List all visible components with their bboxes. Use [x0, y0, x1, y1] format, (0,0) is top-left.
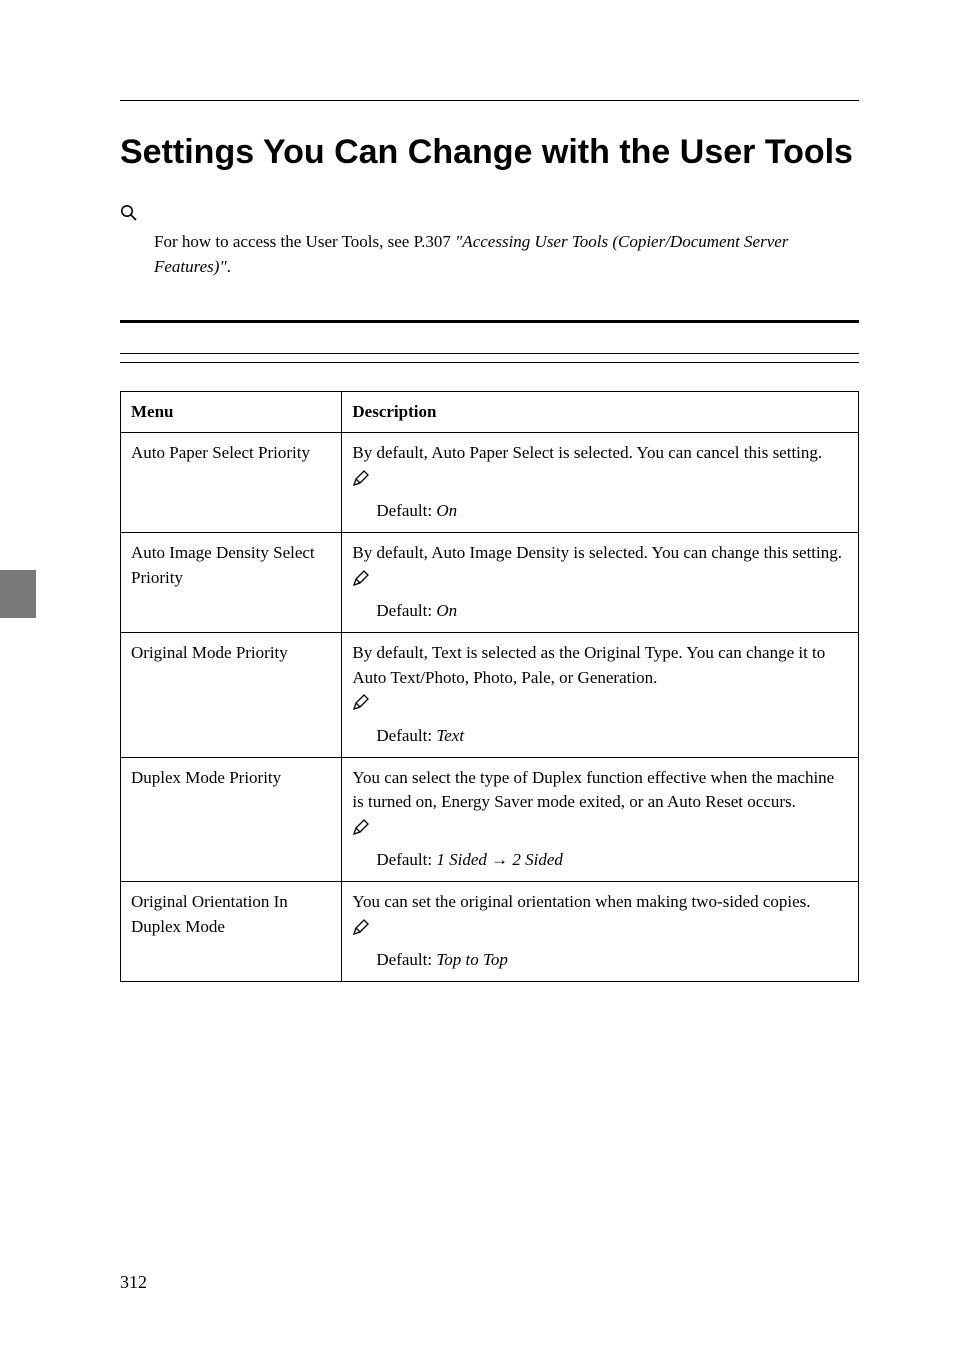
settings-table: Menu Description Auto Paper Select Prior… [120, 391, 859, 983]
default-value: On [436, 501, 457, 520]
table-row: Auto Paper Select Priority By default, A… [121, 433, 859, 533]
desc-cell: You can select the type of Duplex functi… [342, 757, 859, 882]
pencil-icon [352, 694, 370, 720]
menu-cell: Auto Paper Select Priority [121, 433, 342, 533]
menu-cell: Auto Image Density Select Priority [121, 533, 342, 633]
desc-text: By default, Text is selected as the Orig… [352, 641, 848, 690]
desc-cell: By default, Auto Paper Select is selecte… [342, 433, 859, 533]
default-prefix: Default: [376, 726, 436, 745]
ref-tail: . [227, 257, 231, 276]
default-line: Default: On [352, 499, 848, 524]
side-tab [0, 570, 36, 618]
default-value: 1 Sided → 2 Sided [436, 850, 563, 869]
table-header-menu: Menu [121, 391, 342, 433]
default-prefix: Default: [376, 850, 436, 869]
default-prefix: Default: [376, 601, 436, 620]
default-value: Top to Top [436, 950, 508, 969]
reference-text: For how to access the User Tools, see P.… [120, 229, 859, 280]
default-value: Text [436, 726, 464, 745]
pencil-icon [352, 570, 370, 596]
default-line: Default: On [352, 599, 848, 624]
desc-text: By default, Auto Paper Select is selecte… [352, 441, 848, 466]
pencil-icon [352, 470, 370, 496]
pencil-icon [352, 919, 370, 945]
default-line: Default: 1 Sided → 2 Sided [352, 848, 848, 873]
medium-rule [120, 353, 859, 354]
page-number: 312 [120, 1272, 147, 1293]
menu-cell: Original Mode Priority [121, 632, 342, 757]
table-header-description: Description [342, 391, 859, 433]
table-row: Duplex Mode Priority You can select the … [121, 757, 859, 882]
thick-rule [120, 320, 859, 323]
pencil-icon [352, 819, 370, 845]
desc-cell: By default, Text is selected as the Orig… [342, 632, 859, 757]
table-row: Original Mode Priority By default, Text … [121, 632, 859, 757]
default-value: On [436, 601, 457, 620]
search-icon [120, 204, 859, 227]
thin-rule [120, 362, 859, 363]
desc-cell: You can set the original orientation whe… [342, 882, 859, 982]
title-top-rule [120, 100, 859, 101]
default-line: Default: Top to Top [352, 948, 848, 973]
ref-lead: For how to access the User Tools, see [154, 232, 414, 251]
desc-cell: By default, Auto Image Density is select… [342, 533, 859, 633]
table-row: Original Orientation In Duplex Mode You … [121, 882, 859, 982]
menu-cell: Duplex Mode Priority [121, 757, 342, 882]
reference-block: For how to access the User Tools, see P.… [120, 204, 859, 280]
desc-text: You can select the type of Duplex functi… [352, 766, 848, 815]
table-row: Auto Image Density Select Priority By de… [121, 533, 859, 633]
menu-cell: Original Orientation In Duplex Mode [121, 882, 342, 982]
desc-text: By default, Auto Image Density is select… [352, 541, 848, 566]
default-line: Default: Text [352, 724, 848, 749]
ref-page-ref: P.307 [414, 232, 456, 251]
default-prefix: Default: [376, 501, 436, 520]
desc-text: You can set the original orientation whe… [352, 890, 848, 915]
default-prefix: Default: [376, 950, 436, 969]
page-title: Settings You Can Change with the User To… [120, 131, 859, 174]
